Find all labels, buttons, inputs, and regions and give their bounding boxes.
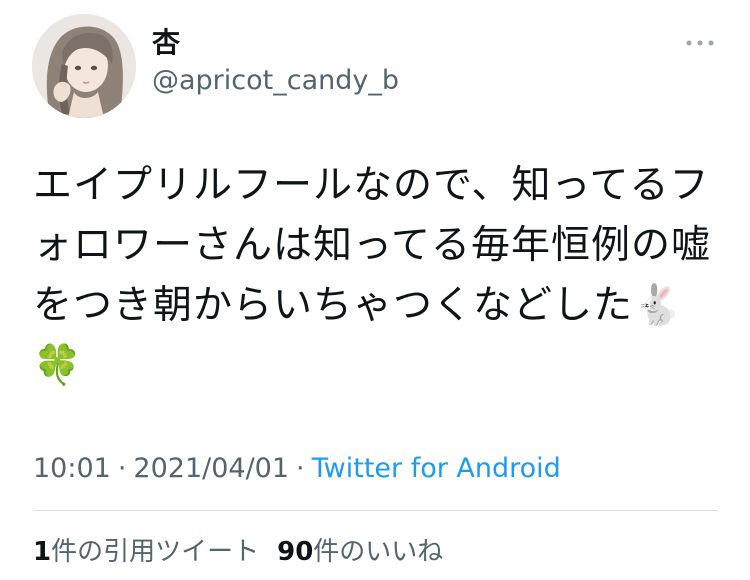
- meta-separator: ·: [117, 453, 127, 484]
- tweet-meta: 10:01 · 2021/04/01 · Twitter for Android: [33, 452, 561, 486]
- avatar[interactable]: [32, 14, 136, 118]
- tweet-text: エイプリルフールなので、知ってるフォロワーさんは知ってる毎年恒例の嘘をつき朝から…: [33, 163, 712, 388]
- avatar-illustration: [32, 14, 136, 118]
- tweet-time[interactable]: 10:01: [33, 453, 111, 484]
- more-horizontal-icon: [686, 40, 714, 46]
- meta-separator: ·: [296, 453, 305, 484]
- likes-stat[interactable]: 90件のいいね: [277, 537, 443, 567]
- user-handle[interactable]: @apricot_candy_b: [152, 64, 399, 98]
- display-name[interactable]: 杏: [152, 26, 180, 60]
- like-count: 90: [277, 537, 314, 567]
- tweet-date[interactable]: 2021/04/01: [133, 453, 289, 484]
- divider: [33, 510, 718, 511]
- quote-label: 件の引用ツイート: [51, 537, 260, 567]
- quote-count: 1: [33, 537, 52, 567]
- more-options-button[interactable]: [680, 30, 720, 56]
- source-link[interactable]: Twitter for Android: [312, 453, 561, 484]
- tweet-stats: 1件の引用ツイート 90件のいいね: [33, 535, 443, 569]
- like-label: 件のいいね: [313, 537, 444, 567]
- quote-tweets-stat[interactable]: 1件の引用ツイート: [33, 537, 259, 567]
- tweet: 杏 @apricot_candy_b エイプリルフールなので、知ってるフォロワー…: [0, 0, 750, 580]
